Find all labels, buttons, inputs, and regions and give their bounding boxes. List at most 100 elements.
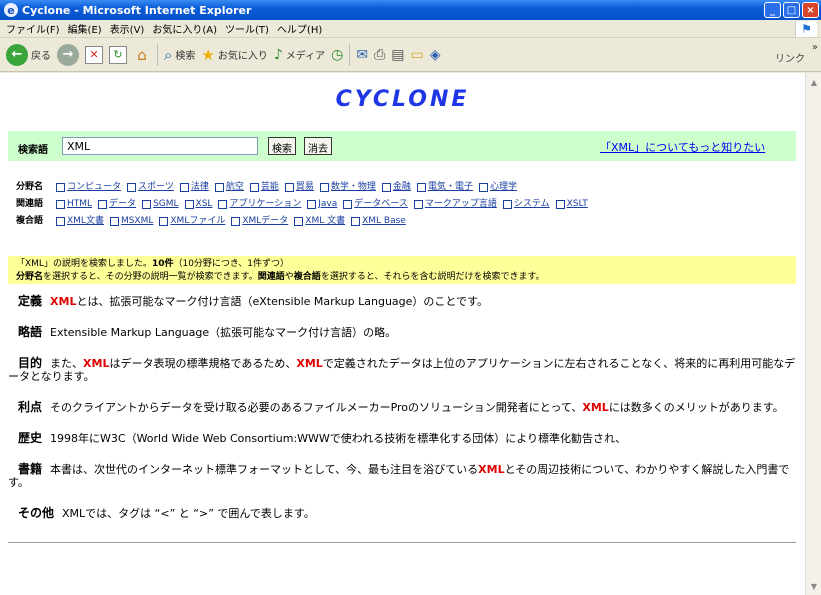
- menu-file[interactable]: ファイル(F): [6, 21, 60, 36]
- related-item[interactable]: XSL: [184, 196, 213, 213]
- field-link[interactable]: 金融: [393, 179, 411, 196]
- field-item[interactable]: コンピュータ: [56, 179, 121, 196]
- field-link[interactable]: 心理学: [490, 179, 517, 196]
- field-link[interactable]: 芸能: [261, 179, 279, 196]
- refresh-button[interactable]: ↻: [109, 45, 127, 64]
- title-bar[interactable]: e Cyclone - Microsoft Internet Explorer …: [0, 0, 821, 20]
- field-link[interactable]: 航空: [226, 179, 244, 196]
- links-label[interactable]: リンク: [775, 50, 805, 65]
- print-button[interactable]: ⎙: [374, 47, 385, 63]
- related-item[interactable]: アプリケーション: [218, 196, 301, 213]
- learn-more-link[interactable]: 「XML」についてもっと知りたい: [600, 139, 765, 155]
- checkbox[interactable]: [284, 183, 294, 192]
- checkbox[interactable]: [478, 183, 488, 192]
- compound-link[interactable]: XMLファイル: [170, 213, 225, 230]
- checkbox[interactable]: [502, 200, 512, 209]
- field-item[interactable]: 芸能: [249, 179, 279, 196]
- checkbox[interactable]: [319, 183, 329, 192]
- field-item[interactable]: スポーツ: [127, 179, 174, 196]
- search-button[interactable]: ⌕ 検索: [164, 46, 195, 64]
- field-item[interactable]: 電気・電子: [416, 179, 473, 196]
- checkbox[interactable]: [381, 183, 391, 192]
- checkbox[interactable]: [231, 217, 241, 226]
- checkbox[interactable]: [179, 183, 189, 192]
- search-input[interactable]: [62, 137, 258, 155]
- related-link[interactable]: システム: [514, 196, 550, 213]
- chevron-icon[interactable]: »: [812, 42, 818, 53]
- menu-view[interactable]: 表示(V): [110, 21, 145, 36]
- field-item[interactable]: 貿易: [284, 179, 314, 196]
- checkbox[interactable]: [142, 200, 152, 209]
- checkbox[interactable]: [307, 200, 317, 209]
- checkbox[interactable]: [214, 183, 224, 192]
- checkbox[interactable]: [416, 183, 426, 192]
- checkbox[interactable]: [343, 200, 353, 209]
- field-link[interactable]: コンピュータ: [67, 179, 121, 196]
- menu-help[interactable]: ヘルプ(H): [277, 21, 322, 36]
- menu-favorites[interactable]: お気に入り(A): [152, 21, 217, 36]
- checkbox[interactable]: [98, 200, 108, 209]
- checkbox[interactable]: [159, 217, 169, 226]
- related-item[interactable]: SGML: [142, 196, 179, 213]
- related-link[interactable]: SGML: [153, 196, 178, 213]
- checkbox[interactable]: [249, 183, 259, 192]
- checkbox[interactable]: [351, 217, 361, 226]
- checkbox[interactable]: [184, 200, 194, 209]
- compound-link[interactable]: XML文書: [67, 213, 104, 230]
- related-link[interactable]: データベース: [354, 196, 408, 213]
- checkbox[interactable]: [56, 217, 65, 226]
- related-link[interactable]: XSL: [196, 196, 213, 213]
- related-item[interactable]: Java: [307, 196, 337, 213]
- edit-button[interactable]: ▤: [391, 47, 404, 63]
- back-button[interactable]: ← 戻る: [6, 43, 51, 66]
- menu-edit[interactable]: 編集(E): [68, 21, 102, 36]
- field-item[interactable]: 金融: [381, 179, 411, 196]
- related-link[interactable]: マークアップ言語: [425, 196, 497, 213]
- home-button[interactable]: ⌂: [133, 46, 151, 64]
- favorites-button[interactable]: ★ お気に入り: [201, 46, 267, 64]
- related-link[interactable]: アプリケーション: [229, 196, 301, 213]
- minimize-button[interactable]: _: [764, 2, 781, 18]
- field-link[interactable]: スポーツ: [138, 179, 174, 196]
- compound-link[interactable]: XML 文書: [305, 213, 345, 230]
- compound-item[interactable]: XMLファイル: [159, 213, 225, 230]
- field-item[interactable]: 法律: [179, 179, 209, 196]
- field-link[interactable]: 法律: [191, 179, 209, 196]
- field-link[interactable]: 数学・物理: [331, 179, 376, 196]
- related-link[interactable]: HTML: [67, 196, 92, 213]
- compound-item[interactable]: MSXML: [109, 213, 153, 230]
- checkbox[interactable]: [413, 200, 423, 209]
- related-link[interactable]: データ: [109, 196, 136, 213]
- field-item[interactable]: 数学・物理: [319, 179, 376, 196]
- history-button[interactable]: ◷: [331, 47, 343, 63]
- compound-link[interactable]: XML Base: [362, 213, 406, 230]
- clear-button[interactable]: 消去: [304, 137, 332, 155]
- scroll-up-icon[interactable]: ▲: [807, 75, 821, 89]
- compound-item[interactable]: XML Base: [351, 213, 406, 230]
- folder-button[interactable]: ▭: [411, 47, 424, 63]
- field-link[interactable]: 電気・電子: [428, 179, 473, 196]
- checkbox[interactable]: [56, 183, 65, 192]
- compound-item[interactable]: XML 文書: [294, 213, 345, 230]
- related-item[interactable]: マークアップ言語: [413, 196, 497, 213]
- checkbox[interactable]: [56, 200, 65, 209]
- checkbox[interactable]: [294, 217, 304, 226]
- field-item[interactable]: 航空: [214, 179, 244, 196]
- related-item[interactable]: システム: [502, 196, 550, 213]
- related-item[interactable]: データベース: [343, 196, 408, 213]
- related-link[interactable]: XSLT: [567, 196, 588, 213]
- related-item[interactable]: XSLT: [555, 196, 588, 213]
- search-submit-button[interactable]: 検索: [268, 137, 296, 155]
- vertical-scrollbar[interactable]: ▲ ▼: [805, 73, 821, 595]
- checkbox[interactable]: [109, 217, 119, 226]
- compound-item[interactable]: XMLデータ: [231, 213, 288, 230]
- related-item[interactable]: HTML: [56, 196, 92, 213]
- related-link[interactable]: Java: [318, 196, 337, 213]
- media-button[interactable]: ♪ メディア: [274, 47, 325, 63]
- messenger-button[interactable]: ◈: [430, 47, 441, 63]
- related-item[interactable]: データ: [98, 196, 136, 213]
- scroll-down-icon[interactable]: ▼: [807, 579, 821, 593]
- menu-tools[interactable]: ツール(T): [225, 21, 269, 36]
- close-button[interactable]: ×: [802, 2, 819, 18]
- checkbox[interactable]: [218, 200, 228, 209]
